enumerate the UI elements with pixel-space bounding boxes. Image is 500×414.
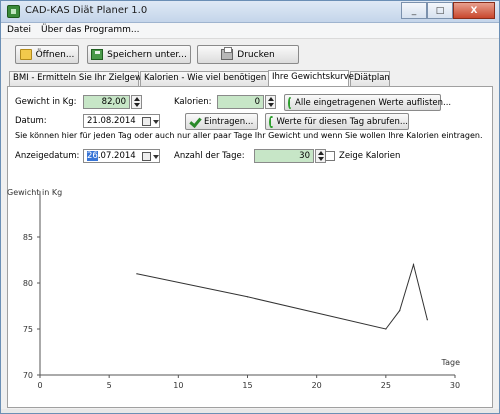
tab-bmi[interactable]: BMI - Ermitteln Sie Ihr Zielgewicht bbox=[9, 71, 158, 86]
open-button[interactable]: Öffnen... bbox=[15, 45, 79, 64]
weight-spinner[interactable] bbox=[131, 95, 142, 109]
menu-bar: Datei Über das Programm... bbox=[1, 23, 499, 39]
weight-data-point bbox=[399, 310, 401, 312]
display-date-picker[interactable]: 26.07.2014 bbox=[83, 149, 160, 163]
y-axis-title: Gewicht in Kg bbox=[7, 188, 62, 197]
show-calories-checkbox[interactable] bbox=[325, 151, 335, 161]
calories-label: Kalorien: bbox=[174, 97, 212, 107]
weight-label: Gewicht in Kg: bbox=[15, 97, 77, 107]
app-icon bbox=[7, 5, 20, 18]
x-axis-title: Tage bbox=[441, 358, 461, 367]
weight-input[interactable]: 82,00 bbox=[83, 95, 130, 109]
weight-chart: 70 75 80 85 0 5 10 15 20 25 30 Gewicht in Kg Tage bbox=[7, 188, 461, 390]
calories-input[interactable]: 0 bbox=[217, 95, 264, 109]
open-label: Öffnen... bbox=[35, 49, 75, 60]
y-tick-label: 85 bbox=[23, 233, 33, 242]
window-controls: _ □ X bbox=[401, 2, 495, 20]
display-date-rest: .07.2014 bbox=[97, 151, 136, 161]
days-input[interactable]: 30 bbox=[254, 149, 314, 163]
calendar-icon bbox=[142, 117, 151, 126]
folder-icon bbox=[19, 49, 32, 60]
refresh-icon bbox=[288, 96, 292, 109]
calendar-icon bbox=[142, 152, 151, 161]
x-tick-label: 5 bbox=[107, 381, 112, 390]
fetch-values-label: Werte für diesen Tag abrufen... bbox=[276, 116, 409, 127]
weight-series-line bbox=[136, 262, 428, 330]
tab-calories[interactable]: Kalorien - Wie viel benötigen Sie? bbox=[140, 71, 286, 86]
display-date-label: Anzeigedatum: bbox=[15, 151, 80, 161]
save-label: Speichern unter... bbox=[107, 49, 187, 60]
list-all-label: Alle eingetragenen Werte auflisten... bbox=[295, 97, 452, 108]
chevron-down-icon bbox=[153, 120, 159, 124]
x-tick-label: 25 bbox=[381, 381, 391, 390]
date-picker[interactable]: 21.08.2014 bbox=[83, 114, 160, 128]
fetch-values-button[interactable]: Werte für diesen Tag abrufen... bbox=[265, 113, 409, 130]
date-value: 21.08.2014 bbox=[87, 116, 136, 126]
weight-data-point bbox=[136, 273, 138, 275]
info-text: Sie können hier für jeden Tag oder auch … bbox=[15, 131, 483, 140]
save-icon bbox=[91, 49, 104, 60]
save-as-button[interactable]: Speichern unter... bbox=[87, 45, 191, 64]
app-window: CAD-KAS Diät Planer 1.0 _ □ X Datei Über… bbox=[0, 0, 500, 414]
x-tick-label: 30 bbox=[450, 381, 460, 390]
display-date-day: 26 bbox=[87, 151, 98, 161]
status-strip bbox=[1, 409, 499, 413]
minimize-button[interactable]: _ bbox=[401, 2, 427, 19]
maximize-button[interactable]: □ bbox=[427, 2, 453, 19]
weight-data-point bbox=[246, 296, 249, 298]
print-button[interactable]: Drucken bbox=[197, 45, 299, 64]
enter-label: Eintragen... bbox=[204, 116, 254, 127]
print-label: Drucken bbox=[237, 49, 275, 60]
window-title: CAD-KAS Diät Planer 1.0 bbox=[25, 5, 148, 16]
show-calories-label: Zeige Kalorien bbox=[339, 151, 401, 161]
enter-button[interactable]: Eintragen... bbox=[185, 113, 258, 130]
menu-datei[interactable]: Datei bbox=[7, 25, 31, 35]
y-tick-label: 75 bbox=[23, 325, 33, 334]
list-all-button[interactable]: Alle eingetragenen Werte auflisten... bbox=[284, 94, 451, 111]
calories-spinner[interactable] bbox=[265, 95, 276, 109]
printer-icon bbox=[221, 47, 234, 60]
date-label: Datum: bbox=[15, 116, 47, 126]
x-tick-label: 15 bbox=[242, 381, 252, 390]
title-bar[interactable]: CAD-KAS Diät Planer 1.0 _ □ X bbox=[1, 1, 499, 23]
tab-weight-curve[interactable]: Ihre Gewichtskurve bbox=[268, 70, 354, 86]
weight-data-point bbox=[412, 264, 415, 266]
x-tick-label: 0 bbox=[37, 381, 42, 390]
check-icon bbox=[189, 116, 201, 127]
refresh-icon bbox=[269, 115, 274, 128]
x-tick-label: 10 bbox=[173, 381, 183, 390]
x-tick-label: 20 bbox=[312, 381, 322, 390]
weight-data-point bbox=[385, 328, 387, 330]
chevron-down-icon bbox=[153, 155, 159, 159]
days-label: Anzahl der Tage: bbox=[174, 151, 245, 161]
weight-data-point bbox=[426, 319, 428, 321]
menu-about[interactable]: Über das Programm... bbox=[41, 25, 140, 35]
close-button[interactable]: X bbox=[453, 2, 495, 19]
y-tick-label: 80 bbox=[23, 279, 33, 288]
y-tick-label: 70 bbox=[23, 371, 33, 380]
tab-diet-plan[interactable]: Diätplan bbox=[350, 71, 390, 86]
